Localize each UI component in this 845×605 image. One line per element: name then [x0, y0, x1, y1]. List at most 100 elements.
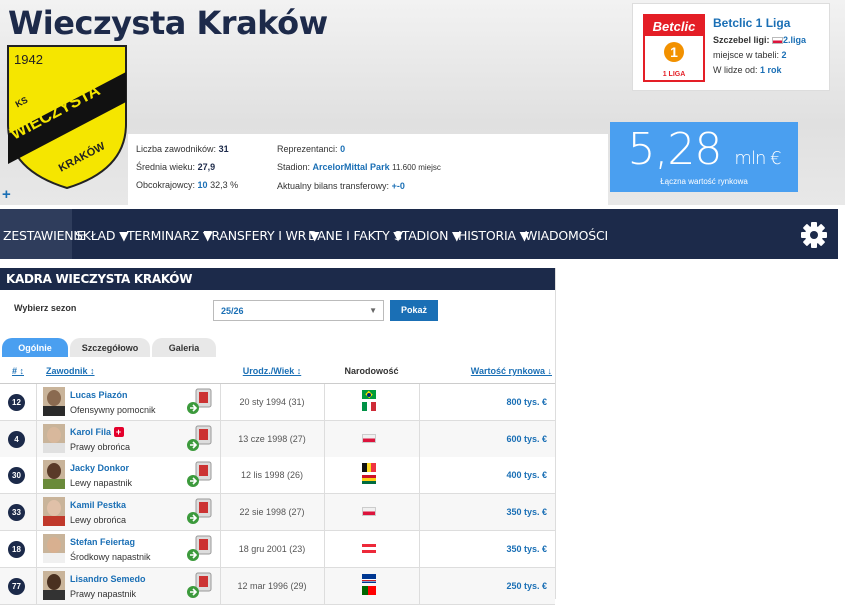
column-divider	[324, 420, 325, 458]
squad-box-title: KADRA WIECZYSTA KRAKÓW	[0, 268, 555, 290]
column-divider	[324, 494, 325, 532]
nationality-flags	[362, 390, 378, 414]
player-avatar[interactable]	[43, 460, 65, 490]
player-position: Prawy obrońca	[70, 441, 131, 452]
joined-club-icon[interactable]	[186, 498, 212, 526]
player-avatar[interactable]	[43, 533, 65, 563]
league-level-link[interactable]: 2.liga	[783, 35, 806, 45]
league-since: W lidze od: 1 rok	[713, 65, 782, 75]
player-dob: 13 cze 1998 (27)	[238, 433, 306, 444]
header-nationality: Narodowość	[344, 366, 399, 376]
internationals-link[interactable]: 0	[340, 144, 345, 154]
player-name-link[interactable]: Stefan Feiertag	[70, 537, 135, 547]
player-avatar[interactable]	[43, 423, 65, 453]
tab-szczegolowo[interactable]: Szczegółowo	[70, 338, 150, 358]
nationality-flags	[362, 573, 378, 598]
add-watchlist-plus-icon[interactable]: +	[2, 186, 11, 203]
player-name-link[interactable]: Kamil Pestka	[70, 500, 126, 510]
nationality-flags	[362, 433, 378, 446]
player-dob: 18 gru 2001 (23)	[238, 543, 306, 554]
column-divider	[419, 420, 420, 458]
player-market-value[interactable]: 800 tys. €	[506, 384, 547, 421]
show-button[interactable]: Pokaż	[390, 300, 438, 321]
player-market-value[interactable]: 350 tys. €	[506, 531, 547, 568]
nav-item-transfery[interactable]: TRANSFERY I WR ▼	[204, 228, 320, 243]
player-market-value[interactable]: 400 tys. €	[506, 457, 547, 494]
joined-club-icon[interactable]	[186, 535, 212, 563]
header-dob-sort[interactable]: Urodz./Wiek ↕	[220, 358, 324, 384]
info-col-right: Reprezentanci: 0 Stadion: ArcelorMittal …	[277, 144, 441, 191]
chevron-down-icon: ▼	[369, 306, 377, 315]
column-divider	[419, 530, 420, 568]
header-player-sort[interactable]: Zawodnik ↕	[46, 358, 95, 384]
nav-item-sklad[interactable]: SKŁAD ▼	[75, 228, 129, 243]
svg-text:Betclic: Betclic	[653, 19, 696, 34]
italy-flag-icon	[362, 402, 376, 411]
column-divider	[36, 530, 37, 568]
poland-flag-icon	[772, 37, 784, 45]
tab-ogolnie[interactable]: Ogólnie	[2, 338, 68, 358]
joined-club-icon[interactable]	[186, 425, 212, 453]
table-row: 12 Lucas Piazón Ofensywny pomocnik 20 sty 1…	[0, 384, 555, 421]
player-avatar[interactable]	[43, 497, 65, 527]
season-select[interactable]: 25/26 ▼	[213, 300, 384, 321]
league-table-pos: miejsce w tabeli: 2	[713, 50, 787, 60]
svg-text:1 LIGA: 1 LIGA	[663, 71, 686, 78]
table-position-link[interactable]: 2	[782, 50, 787, 60]
player-name-link[interactable]: Karol Fila +	[70, 427, 124, 438]
nav-item-zestawienie[interactable]: ZESTAWIENIE	[3, 228, 85, 243]
club-info-panel: Liczba zawodników: 31 Średnia wieku: 27,…	[128, 134, 608, 205]
nav-item-historia[interactable]: HISTORIA ▼	[458, 228, 529, 243]
shirt-number: 18	[8, 540, 25, 558]
header-number-sort[interactable]: # ↕	[0, 358, 36, 384]
portugal-flag-icon	[362, 585, 376, 595]
nationality-flags	[362, 507, 378, 519]
nav-item-stadion[interactable]: STADION ▼	[394, 228, 462, 243]
nav-item-wiadomosci[interactable]: WIADOMOŚCI	[525, 228, 608, 243]
player-avatar[interactable]	[43, 570, 65, 600]
column-divider	[324, 457, 325, 495]
foreigners-link[interactable]: 10	[198, 180, 208, 190]
injury-icon: +	[113, 427, 124, 438]
player-dob: 20 sty 1994 (31)	[239, 397, 305, 407]
shirt-number: 12	[8, 394, 25, 411]
league-name-link[interactable]: Betclic 1 Liga	[713, 16, 790, 30]
shirt-number: 4	[8, 430, 25, 448]
ghana-flag-icon	[362, 475, 376, 485]
transfer-balance-link[interactable]: +-0	[392, 181, 405, 191]
nav-item-dane-fakty[interactable]: DANE I FAKTY ▼	[308, 228, 403, 243]
table-border	[555, 268, 556, 599]
table-row: 33 Kamil Pestka Lewy obrońca 22 sie 1998 (2…	[0, 494, 555, 532]
gear-icon[interactable]	[800, 221, 828, 249]
header-value-sort[interactable]: Wartość rynkowa ↓	[430, 358, 552, 384]
player-name-link[interactable]: Jacky Donkor	[70, 463, 129, 473]
table-row: 4 Karol Fila + Prawy obrońca 13 cze 1998 (2…	[0, 420, 555, 458]
market-value-caption: Łączna wartość rynkowa	[660, 177, 748, 186]
club-logo: 1942 KS WIECZYSTA KRAKÓW	[6, 44, 128, 190]
joined-club-icon[interactable]	[186, 572, 212, 600]
player-market-value[interactable]: 600 tys. €	[506, 421, 547, 458]
joined-club-icon[interactable]	[186, 388, 212, 416]
player-avatar[interactable]	[43, 387, 65, 416]
tab-galeria[interactable]: Galeria	[152, 338, 216, 358]
nav-item-terminarz[interactable]: TERMINARZ ▼	[127, 228, 212, 243]
column-divider	[36, 457, 37, 495]
player-name-link[interactable]: Lisandro Semedo	[70, 574, 146, 584]
column-divider	[324, 384, 325, 421]
poland-flag-icon	[362, 507, 376, 517]
joined-club-icon[interactable]	[186, 461, 212, 489]
player-dob: 22 sie 1998 (27)	[239, 507, 305, 518]
player-market-value[interactable]: 350 tys. €	[506, 494, 547, 531]
league-box: Betclic 1 1 LIGA Betclic 1 Liga Szczebel…	[632, 3, 830, 91]
market-value-box[interactable]: 5,28 mln € Łączna wartość rynkowa	[610, 122, 798, 192]
player-position: Ofensywny pomocnik	[70, 405, 156, 415]
stadium-link[interactable]: ArcelorMittal Park	[313, 162, 390, 172]
league-logo[interactable]: Betclic 1 1 LIGA	[643, 14, 705, 82]
player-name-link[interactable]: Lucas Piazón	[70, 390, 128, 400]
info-col-left: Liczba zawodników: 31 Średnia wieku: 27,…	[136, 144, 239, 190]
capeverde-flag-icon	[362, 573, 376, 583]
table-row: 18 Stefan Feiertag Środkowy napastnik 18 gr…	[0, 530, 555, 568]
player-position: Środkowy napastnik	[70, 551, 151, 562]
column-divider	[419, 384, 420, 421]
player-position: Prawy napastnik	[70, 588, 137, 599]
